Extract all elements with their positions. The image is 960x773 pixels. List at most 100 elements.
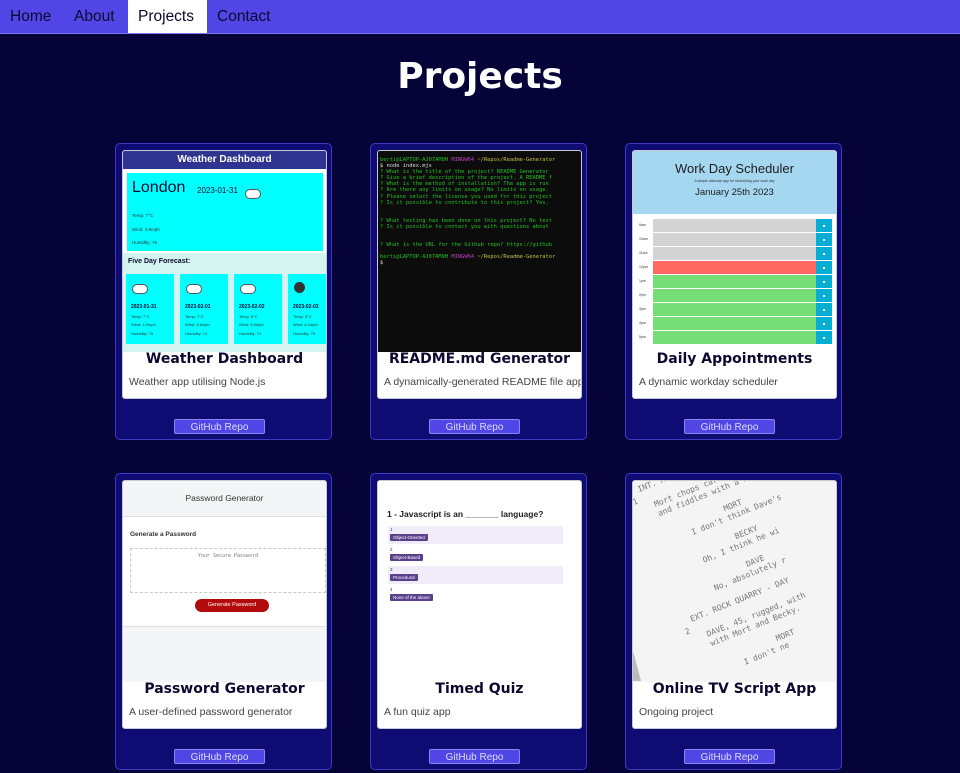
terminal-prompt: berti@LAPTOP-AJ07AM9H MINGW64 ~/Repos/Re… [380,254,556,261]
quiz-question: 1 - Javascript is an _______ language? [387,509,544,519]
github-repo-button[interactable]: GitHub Repo [174,419,265,434]
project-title: Daily Appointments [656,351,813,367]
project-thumbnail-quiz: 1 - Javascript is an _______ language? 1… [378,481,581,682]
github-repo-button[interactable]: GitHub Repo [429,749,520,764]
forecast-humidity: Humidity: 74 [185,331,208,336]
nav-contact[interactable]: Contact [207,0,287,33]
project-thumbnail-password: Password Generator Generate a Password Y… [123,481,326,682]
scheduler-hour: 11am [637,247,653,260]
project-card-body: 1 - Javascript is an _______ language? 1… [377,480,582,729]
weather-temp: Temp: 7°C [132,213,154,218]
github-repo-button[interactable]: GitHub Repo [174,749,265,764]
project-description: A dynamic workday scheduler [639,376,778,388]
project-description: Weather app utilising Node.js [129,376,266,388]
weather-city: London [132,179,186,196]
scheduler-hour: 4pm [637,317,653,330]
quiz-option-number: 1 [390,527,393,532]
quiz-option-number: 3 [390,567,393,572]
scheduler-row: 2pm ▪ [637,289,832,303]
project-thumbnail-readme: berti@LAPTOP-AJ07AM9H MINGW64 ~/Repos/Re… [378,151,581,352]
project-title: Password Generator [144,681,305,697]
forecast-wind: Wind: 5.6mph [185,322,210,327]
save-icon: ▪ [816,275,832,288]
scheduler-rows: 9am ▪ 10am ▪ 11am ▪ 12pm ▪ 1pm ▪ 2pm ▪ 3pm ▪ 4pm ▪ 5pm ▪ [633,214,836,352]
save-icon: ▪ [816,233,832,246]
password-output: Your Secure Password [130,548,326,593]
quiz-option-label: Object-Based [390,554,424,561]
scheduler-row: 4pm ▪ [637,317,832,331]
forecast-temp: Temp: 8°C [293,314,312,319]
forecast-date: 2023-02-02 [239,304,265,310]
forecast-humidity: Humidity: 79 [293,331,316,336]
project-card-password: Password Generator Generate a Password Y… [115,473,332,770]
project-title: README.md Generator [388,351,571,367]
forecast-day: 2023-02-01 Temp: 7°C Wind: 5.6mph Humidi… [180,274,228,344]
project-card-body: Work Day Scheduler A simple calendar app… [632,150,837,399]
project-card-quiz: 1 - Javascript is an _______ language? 1… [370,473,587,770]
nav-about[interactable]: About [64,0,128,33]
save-icon: ▪ [816,317,832,330]
save-icon: ▪ [816,247,832,260]
project-description: A fun quiz app [384,706,451,718]
scheduler-hour: 2pm [637,289,653,302]
project-card-script: INT. MORT'S KITCHEN - D 1 Mort chops car… [625,473,842,770]
project-title: Weather Dashboard [145,351,304,367]
project-thumbnail-script: INT. MORT'S KITCHEN - D 1 Mort chops car… [633,481,836,682]
password-footer [123,626,326,682]
project-card-weather: Weather Dashboard London 2023-01-31 Temp… [115,143,332,440]
scheduler-hour: 9am [637,219,653,232]
quiz-option: 1 Object-Oriented [388,526,563,544]
project-description: A dynamically-generated README file app [384,376,582,388]
scheduler-subtitle: A simple calendar app for scheduling you… [694,179,775,183]
scheduler-date: January 25th 2023 [695,187,774,198]
password-header: Password Generator [123,481,326,517]
project-thumbnail-weather: Weather Dashboard London 2023-01-31 Temp… [123,151,326,352]
github-repo-button[interactable]: GitHub Repo [429,419,520,434]
forecast-wind: Wind: 4.9mph [131,322,156,327]
terminal-cursor: $ [380,260,384,267]
nav-home[interactable]: Home [0,0,64,33]
forecast-date: 2023-01-31 [131,304,157,310]
quiz-option-label: Object-Oriented [390,534,428,541]
forecast-label: Five Day Forecast: [128,258,191,265]
project-card-body: Weather Dashboard London 2023-01-31 Temp… [122,150,327,399]
generate-password-button: Generate Password [195,599,269,612]
scheduler-row: 11am ▪ [637,247,832,261]
save-icon: ▪ [816,219,832,232]
quiz-option: 4 None of the above [388,586,563,604]
forecast-humidity: Humidity: 76 [131,331,154,336]
github-repo-button[interactable]: GitHub Repo [684,749,775,764]
script-page: INT. MORT'S KITCHEN - D 1 Mort chops car… [633,481,836,682]
moon-icon [294,282,305,293]
scheduler-row: 3pm ▪ [637,303,832,317]
save-icon: ▪ [816,289,832,302]
scheduler-hour: 3pm [637,303,653,316]
forecast-date: 2023-02-01 [185,304,211,310]
weather-forecast: Five Day Forecast: 2023-01-31 Temp: 7°C … [123,253,326,352]
weather-wind: Wind: 4.9mph [132,227,160,232]
cloud-icon [132,284,148,294]
top-nav: Home About Projects Contact [0,0,960,34]
project-card-scheduler: Work Day Scheduler A simple calendar app… [625,143,842,440]
forecast-temp: Temp: 7°C [185,314,204,319]
scheduler-row: 1pm ▪ [637,275,832,289]
forecast-humidity: Humidity: 74 [239,331,262,336]
scheduler-row: 5pm ▪ [637,331,832,345]
cloud-icon [245,189,261,199]
forecast-day: 2023-01-31 Temp: 7°C Wind: 4.9mph Humidi… [126,274,174,344]
scheduler-hour: 5pm [637,331,653,344]
scheduler-header: Work Day Scheduler A simple calendar app… [633,151,836,214]
scheduler-hour: 1pm [637,275,653,288]
terminal-line: ? Please select the license you used for… [380,193,553,200]
project-title: Online TV Script App [652,681,817,697]
nav-projects[interactable]: Projects [128,0,207,33]
scheduler-hour: 10am [637,233,653,246]
project-card-readme: berti@LAPTOP-AJ07AM9H MINGW64 ~/Repos/Re… [370,143,587,440]
scheduler-row: 10am ▪ [637,233,832,247]
weather-humidity: Humidity: 76 [132,240,158,245]
github-repo-button[interactable]: GitHub Repo [684,419,775,434]
terminal-line: ? What testing has been done on this pro… [380,217,553,224]
project-card-body: INT. MORT'S KITCHEN - D 1 Mort chops car… [632,480,837,729]
quiz-option-number: 4 [390,587,393,592]
project-thumbnail-scheduler: Work Day Scheduler A simple calendar app… [633,151,836,352]
